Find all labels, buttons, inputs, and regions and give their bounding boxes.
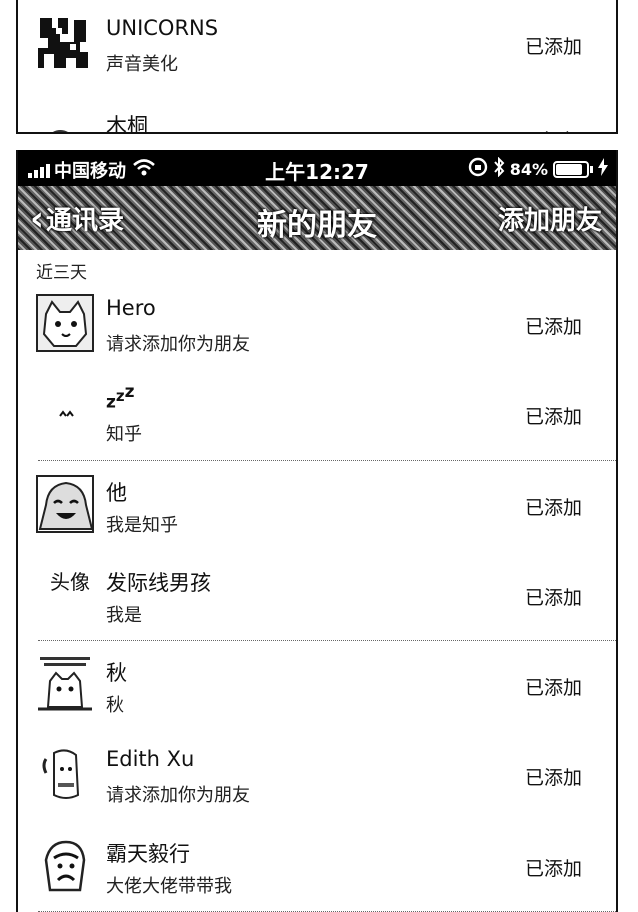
avatar: 头像 bbox=[50, 570, 90, 594]
status-bar: 中国移动 上午12:27 84% bbox=[18, 150, 616, 186]
contact-message: 请求添加你为朋友 bbox=[106, 785, 250, 807]
avatar bbox=[52, 130, 69, 132]
contact-name: 霸天毅行 bbox=[106, 841, 190, 866]
contact-name: Hero bbox=[106, 296, 156, 320]
avatar bbox=[38, 657, 92, 711]
status-added: 已添加 bbox=[524, 36, 582, 58]
status-added: 已添加 bbox=[524, 316, 582, 338]
page-title: 新的朋友 bbox=[257, 208, 377, 243]
avatar bbox=[42, 749, 80, 800]
phone-screen: 中国移动 上午12:27 84% ‹ 通讯录 新的朋友 添加朋友 近三天 Her… bbox=[16, 150, 618, 912]
list-item[interactable]: Hero 请求添加你为朋友 已添加 bbox=[18, 280, 616, 370]
status-added: 已添加 bbox=[525, 126, 582, 132]
status-added: 已添加 bbox=[524, 857, 582, 880]
contact-name: UNICORNS bbox=[106, 16, 219, 40]
status-right: 84% bbox=[468, 156, 608, 181]
contact-message: 声音美化 bbox=[106, 54, 178, 75]
list-item[interactable]: 头像 发际线男孩 我是 已添加 bbox=[18, 551, 616, 642]
status-added: 已添加 bbox=[524, 677, 582, 700]
contact-name: Edith Xu bbox=[106, 747, 195, 772]
status-added: 已添加 bbox=[524, 767, 582, 790]
add-friend-label: 添加朋友 bbox=[497, 206, 602, 236]
battery-percent: 84% bbox=[509, 159, 548, 179]
contact-message: 我是 bbox=[106, 604, 142, 626]
contact-message: 知乎 bbox=[106, 424, 142, 446]
list-item[interactable]: Edith Xu 请求添加你为朋友 已添加 bbox=[18, 731, 616, 821]
contact-name: zzz bbox=[106, 382, 135, 413]
back-label: 通讯录 bbox=[46, 206, 125, 236]
battery-icon bbox=[553, 160, 589, 178]
chevron-left-icon: ‹ bbox=[30, 198, 45, 239]
list-item[interactable]: 秋 秋 已添加 bbox=[18, 641, 616, 731]
add-friend-button[interactable]: 添加朋友 bbox=[498, 200, 602, 237]
list-item[interactable]: 霸天毅行 大佬大佬带带我 已添加 bbox=[18, 822, 616, 912]
list-item[interactable]: UNICORNS 声音美化 已添加 bbox=[18, 0, 616, 90]
contact-message: 秋 bbox=[106, 695, 124, 717]
contact-message: 我是知乎 bbox=[106, 514, 178, 536]
contact-name: 发际线男孩 bbox=[106, 570, 211, 595]
avatar bbox=[36, 14, 94, 72]
avatar bbox=[44, 840, 86, 892]
list-item[interactable]: zzz 知乎 已添加 bbox=[18, 370, 616, 461]
previous-screenshot-crop: UNICORNS 声音美化 已添加 木桐 已添加 bbox=[16, 0, 618, 134]
contact-name: 木桐 bbox=[106, 114, 148, 134]
nav-bar: ‹ 通讯录 新的朋友 添加朋友 bbox=[18, 186, 616, 250]
status-added: 已添加 bbox=[524, 496, 582, 519]
status-added: 已添加 bbox=[524, 406, 582, 429]
list-item[interactable]: 木桐 已添加 bbox=[18, 94, 616, 134]
avatar bbox=[59, 410, 74, 417]
avatar-text-1: 头像 bbox=[50, 570, 90, 594]
contact-message: 大佬大佬带带我 bbox=[106, 875, 232, 897]
back-button[interactable]: ‹ 通讯录 bbox=[30, 200, 124, 237]
contact-message: 请求添加你为朋友 bbox=[106, 334, 250, 355]
list-item[interactable]: 他 我是知乎 已添加 bbox=[18, 461, 616, 551]
status-added: 已添加 bbox=[524, 586, 582, 609]
orientation-lock-icon bbox=[468, 157, 488, 181]
new-friends-list: Hero 请求添加你为朋友 已添加 zzz 知乎 已添加 他 我是知乎 已添加 bbox=[18, 280, 616, 912]
contact-name: 他 bbox=[106, 480, 127, 505]
avatar bbox=[36, 294, 94, 352]
avatar bbox=[36, 474, 94, 533]
contact-name: 秋 bbox=[106, 661, 127, 686]
charging-bolt-icon bbox=[598, 158, 608, 180]
bluetooth-icon bbox=[493, 156, 505, 181]
